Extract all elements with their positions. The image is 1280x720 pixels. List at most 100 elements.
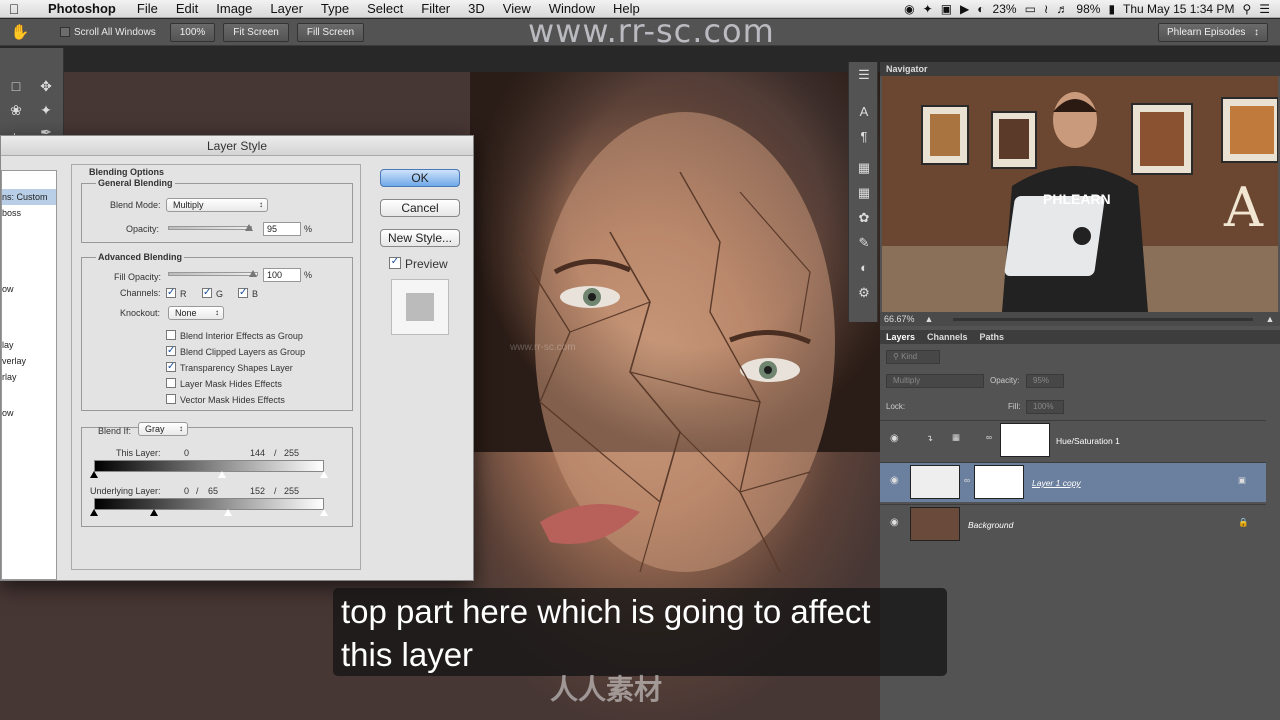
scroll-all-windows-checkbox[interactable]: Scroll All Windows <box>60 27 156 38</box>
move-tool-icon[interactable]: ✥ <box>36 76 56 96</box>
layer-row-hue-saturation[interactable]: ◉ ↴ ▦ ∞ Hue/Saturation 1 <box>880 420 1266 460</box>
clone-source-icon[interactable]: ✿ <box>849 205 879 230</box>
layer-mask-hides-checkbox[interactable] <box>166 378 176 388</box>
underlying-black-thumb[interactable] <box>90 509 98 516</box>
blend-interior-checkbox[interactable] <box>166 330 176 340</box>
layer-thumbnail[interactable] <box>910 465 960 499</box>
opacity-input[interactable]: 95 <box>263 222 301 236</box>
link-icon[interactable]: ∞ <box>964 475 970 485</box>
transparency-shapes-checkbox[interactable]: ✓ <box>166 362 176 372</box>
menu-3d[interactable]: 3D <box>459 1 494 16</box>
menu-layer[interactable]: Layer <box>261 1 312 16</box>
background-thumbnail[interactable] <box>910 507 960 541</box>
fill-opacity-slider-thumb[interactable] <box>249 270 257 277</box>
fill-screen-button[interactable]: Fill Screen <box>296 22 365 42</box>
ok-button[interactable]: OK <box>380 169 460 187</box>
marquee-tool-icon[interactable]: □ <box>6 76 26 96</box>
history-icon[interactable]: ☰ <box>849 62 879 87</box>
underlying-white-thumb-right[interactable] <box>320 509 328 516</box>
style-item-overlay-3[interactable]: rlay <box>2 369 56 385</box>
this-layer-white-thumb-left[interactable] <box>218 471 226 478</box>
blend-if-select[interactable]: Gray <box>138 422 188 436</box>
character-icon[interactable]: A <box>849 99 879 124</box>
paragraph-icon[interactable]: ¶ <box>849 124 879 149</box>
style-item-emboss[interactable]: boss <box>2 205 56 221</box>
fit-screen-button[interactable]: Fit Screen <box>223 22 289 42</box>
zoom-out-icon[interactable]: ▲ <box>925 314 934 324</box>
style-item-overlay-2[interactable]: verlay <box>2 353 56 369</box>
zoom-100-button[interactable]: 100% <box>169 22 216 42</box>
apple-menu-icon[interactable]:  <box>0 1 28 17</box>
video-icon[interactable]: ▶ <box>960 2 969 16</box>
kind-filter-select[interactable]: ⚲ Kind <box>886 350 940 364</box>
layer-fill-input[interactable]: 100% <box>1026 400 1064 414</box>
layer-row-layer-1-copy[interactable]: ◉ ∞ Layer 1 copy ▣ <box>880 462 1266 502</box>
style-item-shadow[interactable]: ow <box>2 281 56 297</box>
magic-wand-tool-icon[interactable]: ✦ <box>36 100 56 120</box>
visibility-eye-icon[interactable]: ◉ <box>890 433 899 444</box>
menu-edit[interactable]: Edit <box>167 1 207 16</box>
zoom-slider[interactable] <box>953 317 1254 321</box>
3d-icon[interactable]: ▦ <box>849 155 879 180</box>
layer-row-background[interactable]: ◉ Background 🔒 <box>880 504 1266 544</box>
navigator-zoom-value[interactable]: 66.67% <box>884 314 915 324</box>
menu-filter[interactable]: Filter <box>412 1 459 16</box>
skype-icon[interactable]: ▣ <box>941 2 952 16</box>
grid-icon[interactable]: ▦ <box>849 180 879 205</box>
preview-checkbox[interactable]: ✓ <box>389 257 401 269</box>
fill-opacity-input[interactable]: 100 <box>263 268 301 282</box>
properties-icon[interactable]: ⚙ <box>849 280 879 305</box>
adjustment-mask-thumbnail[interactable] <box>1000 423 1050 457</box>
blend-mode-select[interactable]: Multiply <box>166 198 268 212</box>
record-icon[interactable]: ◉ <box>904 2 914 16</box>
channel-r-checkbox[interactable]: ✓ <box>166 288 176 298</box>
notification-list-icon[interactable]: ☰ <box>1259 2 1270 16</box>
display-icon[interactable]: ▭ <box>1025 2 1036 16</box>
brush-presets-icon[interactable]: ✎ <box>849 230 879 255</box>
knockout-select[interactable]: None <box>168 306 224 320</box>
style-item-overlay-1[interactable]: lay <box>2 337 56 353</box>
volume-icon[interactable]: ♬ <box>1056 2 1068 16</box>
layer-opacity-input[interactable]: 95% <box>1026 374 1064 388</box>
new-style-button[interactable]: New Style... <box>380 229 460 247</box>
lasso-tool-icon[interactable]: ❀ <box>6 100 26 120</box>
tab-channels[interactable]: Channels <box>927 330 968 344</box>
underlying-white-thumb-left[interactable] <box>224 509 232 516</box>
fill-opacity-slider[interactable] <box>168 272 258 276</box>
vector-mask-hides-checkbox[interactable] <box>166 394 176 404</box>
menu-file[interactable]: File <box>128 1 167 16</box>
layer-name[interactable]: Hue/Saturation 1 <box>1056 436 1120 446</box>
style-item-blending-options[interactable]: ns: Custom <box>2 189 56 205</box>
menu-type[interactable]: Type <box>312 1 358 16</box>
wifi-icon[interactable]: ≀ <box>1044 2 1049 16</box>
channel-b-checkbox[interactable]: ✓ <box>238 288 248 298</box>
this-layer-black-thumb[interactable] <box>90 471 98 478</box>
app-menu[interactable]: Photoshop <box>28 1 128 16</box>
color-icon[interactable]: ◐ <box>849 255 879 280</box>
clock[interactable]: Thu May 15 1:34 PM <box>1123 2 1234 16</box>
menu-select[interactable]: Select <box>358 1 412 16</box>
gauge-icon[interactable]: ◐ <box>977 2 984 16</box>
spotlight-search-icon[interactable]: ⚲ <box>1242 2 1251 16</box>
navigator-tab[interactable]: Navigator <box>880 62 1280 76</box>
layer-name[interactable]: Background <box>968 520 1013 530</box>
layer-blend-mode-select[interactable]: Multiply <box>886 374 984 388</box>
tab-layers[interactable]: Layers <box>886 330 915 344</box>
opacity-slider-thumb[interactable] <box>245 224 253 231</box>
tab-paths[interactable]: Paths <box>980 330 1005 344</box>
settings-icon[interactable]: ✦ <box>923 2 933 16</box>
blend-clipped-checkbox[interactable]: ✓ <box>166 346 176 356</box>
underlying-black-thumb-split[interactable] <box>150 509 158 516</box>
zoom-in-icon[interactable]: ▲ <box>1265 314 1274 324</box>
hand-tool-icon[interactable]: ✋ <box>0 23 40 41</box>
workspace-switcher[interactable]: Phlearn Episodes ↕ <box>1158 22 1268 42</box>
opacity-slider[interactable] <box>168 226 252 230</box>
cancel-button[interactable]: Cancel <box>380 199 460 217</box>
channel-g-checkbox[interactable]: ✓ <box>202 288 212 298</box>
visibility-eye-icon[interactable]: ◉ <box>890 475 899 486</box>
link-icon[interactable]: ∞ <box>986 432 992 442</box>
battery-icon[interactable]: ▮ <box>1108 2 1115 16</box>
this-layer-white-thumb-right[interactable] <box>320 471 328 478</box>
visibility-eye-icon[interactable]: ◉ <box>890 517 899 528</box>
style-item-shadow-2[interactable]: ow <box>2 405 56 421</box>
